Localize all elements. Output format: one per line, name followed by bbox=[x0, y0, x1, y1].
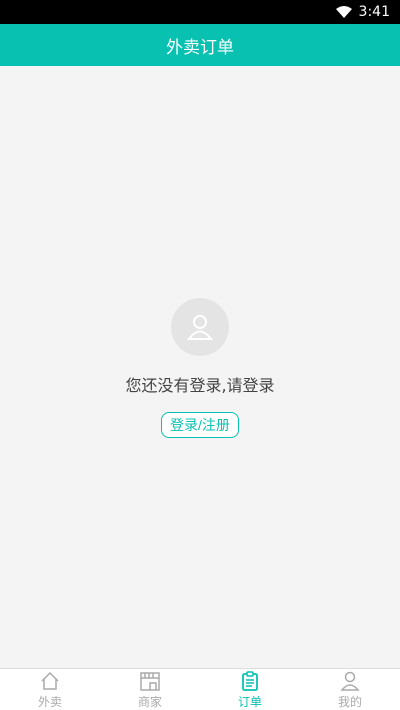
wifi-icon bbox=[335, 6, 352, 18]
login-empty-state: 您还没有登录,请登录 登录/注册 bbox=[0, 298, 400, 438]
tab-orders[interactable]: 订单 bbox=[200, 669, 300, 710]
bottom-tab-bar: 外卖 商家 订单 我的 bbox=[0, 668, 400, 710]
home-icon bbox=[41, 671, 59, 690]
login-register-button[interactable]: 登录/注册 bbox=[161, 412, 239, 438]
status-time: 3:41 bbox=[358, 4, 390, 20]
store-icon bbox=[140, 671, 160, 691]
tab-label: 订单 bbox=[237, 694, 262, 709]
tab-label: 商家 bbox=[137, 694, 162, 709]
orders-content: 您还没有登录,请登录 登录/注册 bbox=[0, 66, 400, 668]
app-header: 外卖订单 bbox=[0, 24, 400, 66]
tab-label: 外卖 bbox=[37, 694, 62, 709]
clipboard-icon bbox=[242, 670, 258, 691]
user-icon bbox=[340, 671, 360, 691]
page-title: 外卖订单 bbox=[166, 37, 234, 58]
status-bar: 3:41 bbox=[0, 0, 400, 24]
tab-merchants[interactable]: 商家 bbox=[100, 669, 200, 710]
tab-profile[interactable]: 我的 bbox=[300, 669, 400, 710]
login-prompt-message: 您还没有登录,请登录 bbox=[125, 376, 275, 395]
user-avatar-icon bbox=[171, 298, 229, 356]
tab-label: 我的 bbox=[337, 694, 362, 709]
tab-takeout[interactable]: 外卖 bbox=[0, 669, 100, 710]
